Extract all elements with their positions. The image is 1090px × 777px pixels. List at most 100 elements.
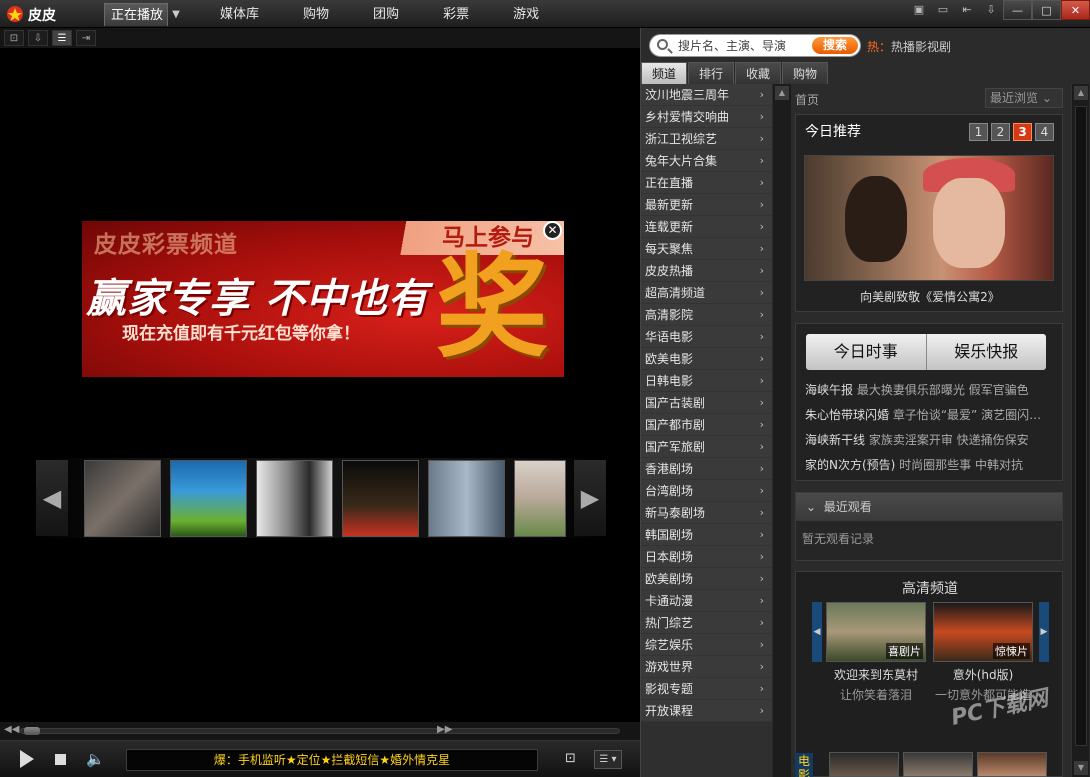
strip-thumbnail[interactable]: [170, 460, 247, 537]
strip-thumbnail[interactable]: [428, 460, 505, 537]
video-player[interactable]: ⊡ ⇩ ☰ ⇥ 皮皮彩票频道 马上参与 赢家专享 不中也有 现在充值即有千元红包…: [0, 28, 640, 777]
seek-forward-icon[interactable]: ▶▶: [437, 724, 452, 735]
news-item[interactable]: 家的N次方(预告) 时尚圈那些事 中韩对抗: [805, 453, 1057, 478]
skin-icon[interactable]: ⇤: [955, 0, 979, 20]
chevron-down-icon[interactable]: ▼: [168, 3, 184, 26]
scroll-down-icon[interactable]: ▼: [1074, 761, 1088, 775]
category-item[interactable]: 新马泰剧场 ›: [641, 502, 772, 524]
nav-tab-games[interactable]: 游戏: [491, 3, 561, 26]
close-icon[interactable]: ✕: [543, 221, 562, 240]
category-item[interactable]: 国产军旅剧 ›: [641, 436, 772, 458]
hd-next-button[interactable]: ▶: [1039, 602, 1049, 662]
tab-shopping[interactable]: 购物: [782, 62, 829, 84]
close-button[interactable]: ✕: [1061, 0, 1090, 20]
category-item[interactable]: 欧美电影 ›: [641, 348, 772, 370]
category-item[interactable]: 卡通动漫 ›: [641, 590, 772, 612]
lottery-ad-banner[interactable]: 皮皮彩票频道 马上参与 赢家专享 不中也有 现在充值即有千元红包等你拿！ 奖 ✕: [82, 221, 564, 377]
category-item[interactable]: 开放课程 ›: [641, 700, 772, 722]
strip-thumbnail[interactable]: [84, 460, 161, 537]
chat-icon[interactable]: ▣: [907, 0, 931, 20]
scroll-up-icon[interactable]: ▲: [1074, 86, 1088, 100]
seek-track[interactable]: [20, 728, 620, 734]
category-item[interactable]: 高清影院 ›: [641, 304, 772, 326]
seek-knob[interactable]: [24, 727, 40, 735]
movie-thumbnail[interactable]: [977, 752, 1047, 777]
breadcrumb[interactable]: 首页: [795, 91, 819, 108]
category-item[interactable]: 皮皮热播 ›: [641, 260, 772, 282]
category-item[interactable]: 连载更新 ›: [641, 216, 772, 238]
category-item[interactable]: 国产都市剧 ›: [641, 414, 772, 436]
movie-section-tag[interactable]: 电影大: [795, 753, 813, 777]
content-scrollbar[interactable]: ▲ ▼: [1071, 84, 1089, 777]
pin-icon[interactable]: ⇥: [76, 30, 96, 46]
category-item[interactable]: 国产古装剧 ›: [641, 392, 772, 414]
pager-page-3[interactable]: 3: [1013, 123, 1032, 141]
nav-tab-lottery[interactable]: 彩票: [421, 3, 491, 26]
recommend-caption[interactable]: 向美剧致敬《爱情公寓2》: [796, 288, 1064, 305]
nav-tab-shopping[interactable]: 购物: [281, 3, 351, 26]
pager-page-4[interactable]: 4: [1035, 123, 1054, 141]
category-item[interactable]: 最新更新 ›: [641, 194, 772, 216]
category-item[interactable]: 香港剧场 ›: [641, 458, 772, 480]
hd-card[interactable]: 喜剧片 欢迎来到东莫村 让你笑着落泪: [826, 602, 926, 703]
recommend-image[interactable]: [804, 155, 1054, 281]
minimize-button[interactable]: —: [1003, 0, 1032, 20]
pager-page-1[interactable]: 1: [969, 123, 988, 141]
playlist-menu-button[interactable]: ☰ ▾: [594, 750, 622, 769]
news-item[interactable]: 朱心怡带球闪婚 章子怡谈“最爱” 演艺圈闪…: [805, 403, 1057, 428]
category-item[interactable]: 华语电影 ›: [641, 326, 772, 348]
category-item[interactable]: 乡村爱情交响曲 ›: [641, 106, 772, 128]
news-item[interactable]: 海峡午报 最大换妻俱乐部曝光 假军官骗色: [805, 378, 1057, 403]
import-icon[interactable]: ⇩: [28, 30, 48, 46]
search-button[interactable]: 搜索: [812, 37, 858, 54]
category-item[interactable]: 兔年大片合集 ›: [641, 150, 772, 172]
scroll-thumb[interactable]: [1075, 106, 1087, 746]
category-item[interactable]: 影视专题 ›: [641, 678, 772, 700]
volume-icon[interactable]: 🔈: [86, 750, 105, 768]
nav-tab-now-playing[interactable]: 正在播放: [104, 3, 169, 26]
news-item[interactable]: 海峡新干线 家族卖淫案开审 快递捅伤保安: [805, 428, 1057, 453]
download-icon[interactable]: ⇩: [979, 0, 1003, 20]
category-item[interactable]: 欧美剧场 ›: [641, 568, 772, 590]
tab-channels[interactable]: 频道: [641, 62, 688, 84]
strip-thumbnail[interactable]: [256, 460, 333, 537]
hot-link[interactable]: 热播影视剧: [891, 40, 951, 54]
category-item[interactable]: 每天聚焦 ›: [641, 238, 772, 260]
category-item[interactable]: 正在直播 ›: [641, 172, 772, 194]
movie-thumbnail[interactable]: [829, 752, 899, 777]
nav-tab-group-buy[interactable]: 团购: [351, 3, 421, 26]
category-item[interactable]: 日本剧场 ›: [641, 546, 772, 568]
tab-rankings[interactable]: 排行: [688, 62, 735, 84]
category-item[interactable]: 台湾剧场 ›: [641, 480, 772, 502]
category-scrollbar[interactable]: ▲: [773, 84, 791, 777]
stop-icon[interactable]: [55, 754, 66, 765]
strip-next-button[interactable]: ▶: [574, 460, 606, 536]
category-item[interactable]: 日韩电影 ›: [641, 370, 772, 392]
seek-back-icon[interactable]: ◀◀: [4, 724, 19, 735]
hd-card-name[interactable]: 意外(hd版): [933, 666, 1033, 683]
strip-thumbnail[interactable]: [342, 460, 419, 537]
tab-entertainment-news[interactable]: 娱乐快报: [925, 334, 1047, 370]
hd-card-name[interactable]: 欢迎来到东莫村: [826, 666, 926, 683]
strip-prev-button[interactable]: ◀: [36, 460, 68, 536]
ad-ticker[interactable]: 爆：手机监听★定位★拦截短信★婚外情克星: [126, 749, 538, 771]
fullscreen-icon[interactable]: ⊡: [565, 751, 576, 766]
hd-card-image[interactable]: 喜剧片: [826, 602, 926, 662]
nav-tab-media-library[interactable]: 媒体库: [198, 3, 281, 26]
category-item[interactable]: 浙江卫视综艺 ›: [641, 128, 772, 150]
capture-icon[interactable]: ⊡: [4, 30, 24, 46]
tab-today-news[interactable]: 今日时事: [806, 334, 926, 370]
seek-bar[interactable]: ◀◀ ▶▶: [0, 722, 640, 740]
category-item[interactable]: 综艺娱乐 ›: [641, 634, 772, 656]
playlist-icon[interactable]: ☰: [52, 30, 72, 46]
recent-browse-dropdown[interactable]: 最近浏览 ⌄: [985, 88, 1063, 108]
maximize-button[interactable]: □: [1032, 0, 1061, 20]
category-item[interactable]: 韩国剧场 ›: [641, 524, 772, 546]
tab-favorites[interactable]: 收藏: [735, 62, 782, 84]
search-input[interactable]: [678, 37, 818, 54]
category-item[interactable]: 汶川地震三周年 ›: [641, 84, 772, 106]
hd-prev-button[interactable]: ◀: [812, 602, 822, 662]
strip-thumbnail[interactable]: [514, 460, 566, 537]
movie-thumbnail[interactable]: [903, 752, 973, 777]
pager-page-2[interactable]: 2: [991, 123, 1010, 141]
